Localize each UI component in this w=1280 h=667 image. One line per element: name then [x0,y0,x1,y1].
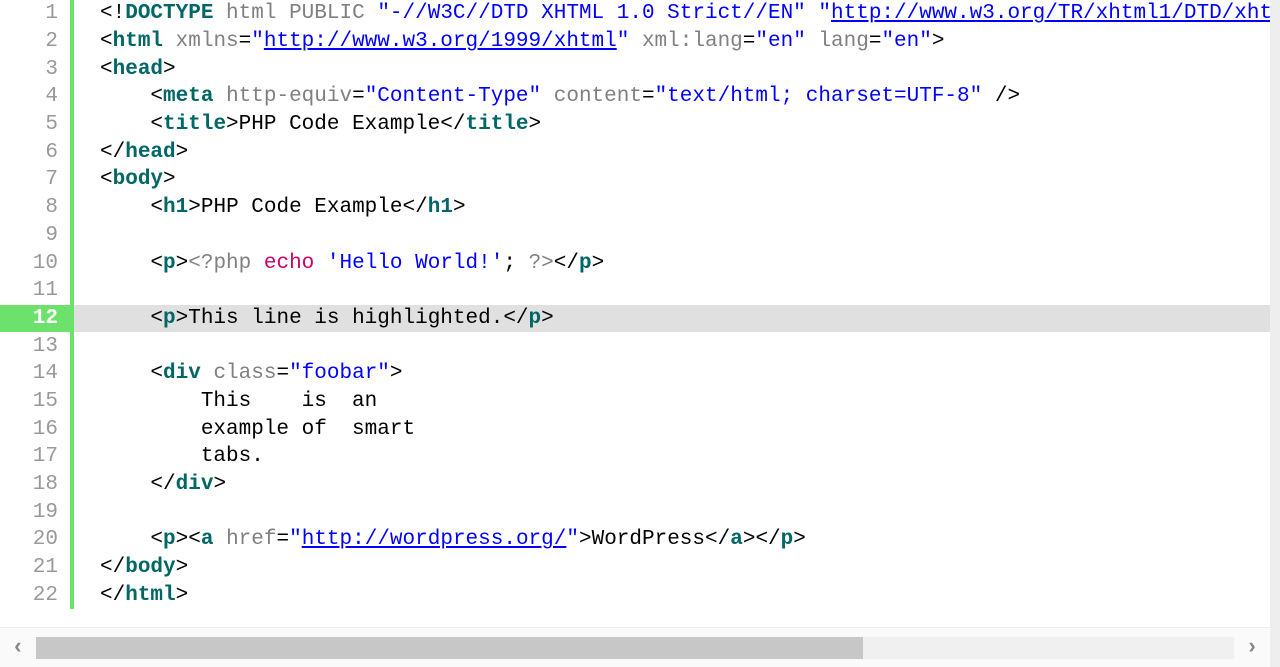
line-number: 20 [0,526,72,554]
code-content[interactable]: <meta http-equiv="Content-Type" content=… [72,83,1270,111]
code-content[interactable] [72,222,1270,250]
code-line-highlighted: 12 <p>This line is highlighted.</p> [0,305,1270,333]
scrollbar-track[interactable] [36,637,1234,659]
code-line: 11 [0,277,1270,305]
code-line: 21 </body> [0,554,1270,582]
line-number: 14 [0,360,72,388]
code-line: 17 tabs. [0,443,1270,471]
code-line: 13 [0,332,1270,360]
code-line: 1 <!DOCTYPE html PUBLIC "-//W3C//DTD XHT… [0,0,1270,28]
line-number: 3 [0,55,72,83]
code-content[interactable]: example of smart [72,415,1270,443]
code-content[interactable]: </html> [72,581,1270,609]
code-line: 19 [0,498,1270,526]
code-line: 3 <head> [0,55,1270,83]
code-line: 7 <body> [0,166,1270,194]
code-line: 5 <title>PHP Code Example</title> [0,111,1270,139]
code-line: 6 </head> [0,138,1270,166]
code-line: 4 <meta http-equiv="Content-Type" conten… [0,83,1270,111]
code-table: 1 <!DOCTYPE html PUBLIC "-//W3C//DTD XHT… [0,0,1270,609]
scroll-right-icon[interactable]: › [1234,635,1270,660]
line-number: 10 [0,249,72,277]
line-number: 12 [0,305,72,333]
code-content[interactable]: <html xmlns="http://www.w3.org/1999/xhtm… [72,28,1270,56]
code-line: 20 <p><a href="http://wordpress.org/">Wo… [0,526,1270,554]
code-content[interactable] [72,332,1270,360]
code-content[interactable]: <!DOCTYPE html PUBLIC "-//W3C//DTD XHTML… [72,0,1270,28]
line-number: 18 [0,471,72,499]
code-content[interactable]: <p>This line is highlighted.</p> [72,305,1270,333]
code-content[interactable]: This is an [72,388,1270,416]
code-content[interactable] [72,498,1270,526]
horizontal-scrollbar: ‹ › [0,627,1270,667]
code-content[interactable]: <body> [72,166,1270,194]
code-content[interactable]: <h1>PHP Code Example</h1> [72,194,1270,222]
code-editor: 1 <!DOCTYPE html PUBLIC "-//W3C//DTD XHT… [0,0,1280,667]
code-content[interactable]: <div class="foobar"> [72,360,1270,388]
line-number: 15 [0,388,72,416]
line-number: 13 [0,332,72,360]
code-line: 15 This is an [0,388,1270,416]
code-content[interactable] [72,277,1270,305]
code-content[interactable]: </div> [72,471,1270,499]
code-line: 14 <div class="foobar"> [0,360,1270,388]
code-content[interactable]: <p><a href="http://wordpress.org/">WordP… [72,526,1270,554]
scroll-left-icon[interactable]: ‹ [0,635,36,660]
line-number: 4 [0,83,72,111]
code-content[interactable]: </body> [72,554,1270,582]
line-number: 2 [0,28,72,56]
line-number: 16 [0,415,72,443]
code-content[interactable]: tabs. [72,443,1270,471]
line-number: 1 [0,0,72,28]
line-number: 22 [0,581,72,609]
line-number: 5 [0,111,72,139]
code-line: 16 example of smart [0,415,1270,443]
line-number: 19 [0,498,72,526]
line-number: 17 [0,443,72,471]
code-line: 2 <html xmlns="http://www.w3.org/1999/xh… [0,28,1270,56]
line-number: 7 [0,166,72,194]
code-line: 8 <h1>PHP Code Example</h1> [0,194,1270,222]
line-number: 11 [0,277,72,305]
code-content[interactable]: </head> [72,138,1270,166]
scrollbar-thumb[interactable] [36,637,863,659]
line-number: 21 [0,554,72,582]
line-number: 8 [0,194,72,222]
code-line: 10 <p><?php echo 'Hello World!'; ?></p> [0,249,1270,277]
line-number: 6 [0,138,72,166]
code-line: 18 </div> [0,471,1270,499]
code-content[interactable]: <head> [72,55,1270,83]
code-line: 9 [0,222,1270,250]
code-line: 22 </html> [0,581,1270,609]
code-content[interactable]: <title>PHP Code Example</title> [72,111,1270,139]
line-number: 9 [0,222,72,250]
code-area[interactable]: 1 <!DOCTYPE html PUBLIC "-//W3C//DTD XHT… [0,0,1270,624]
code-content[interactable]: <p><?php echo 'Hello World!'; ?></p> [72,249,1270,277]
